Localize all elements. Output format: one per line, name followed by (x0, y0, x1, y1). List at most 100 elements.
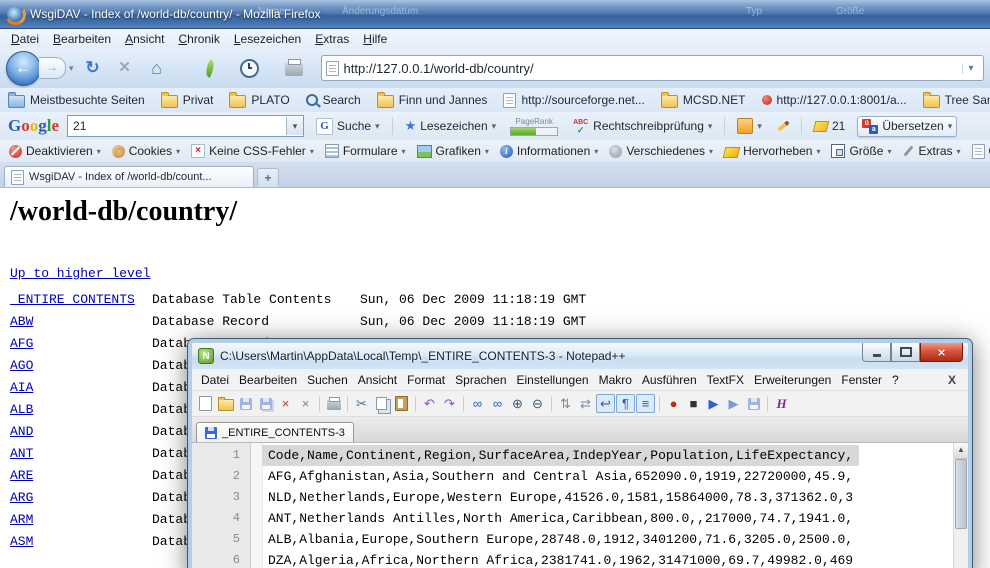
save-macro-icon[interactable] (744, 394, 763, 413)
npp-menu-format[interactable]: Format (402, 372, 450, 388)
chevron-down-icon[interactable] (402, 147, 406, 156)
npp-menu-ansicht[interactable]: Ansicht (353, 372, 402, 388)
copy-icon[interactable] (372, 394, 391, 413)
save-icon[interactable] (236, 394, 255, 413)
line-text[interactable]: NLD,Netherlands,Europe,Western Europe,41… (262, 487, 859, 508)
notepadpp-titlebar[interactable]: C:\Users\Martin\AppData\Local\Temp\_ENTI… (192, 343, 968, 369)
file-link[interactable]: _ENTIRE_CONTENTS (10, 292, 135, 307)
forward-button[interactable] (39, 57, 66, 79)
chevron-down-icon[interactable] (709, 147, 713, 156)
line-text[interactable]: ANT,Netherlands Antilles,North America,C… (262, 508, 859, 529)
zoom-out-icon[interactable]: ⊖ (528, 394, 547, 413)
chevron-down-icon[interactable] (485, 147, 489, 156)
paste-icon[interactable] (392, 394, 411, 413)
scroll-up-arrow-icon[interactable] (954, 443, 968, 459)
chevron-down-icon[interactable] (957, 147, 961, 156)
file-link[interactable]: ARE (10, 468, 33, 483)
tab-wsgidav-index[interactable]: WsgiDAV - Index of /world-db/count... (4, 166, 254, 187)
chevron-down-icon[interactable] (97, 147, 101, 156)
file-link[interactable]: ABW (10, 314, 33, 329)
record-macro-icon[interactable]: ● (664, 394, 683, 413)
npp-menu-fenster[interactable]: Fenster (836, 372, 887, 388)
webdev-keine-css-fehler[interactable]: Keine CSS-Fehler (187, 143, 318, 159)
undo-icon[interactable]: ↶ (420, 394, 439, 413)
redo-icon[interactable]: ↷ (440, 394, 459, 413)
close-file-icon[interactable]: × (276, 394, 295, 413)
chevron-down-icon[interactable] (757, 121, 762, 132)
line-text[interactable]: AFG,Afghanistan,Asia,Southern and Centra… (262, 466, 859, 487)
function-completion-icon[interactable]: H (772, 394, 791, 413)
file-link[interactable]: ARG (10, 490, 33, 505)
bookmark-http-127-0-0-1-8001-a[interactable]: http://127.0.0.1:8001/a... (762, 93, 907, 107)
new-tab-button[interactable]: + (257, 168, 279, 187)
bookmark-tree-samples[interactable]: Tree Samples (923, 93, 990, 108)
vertical-scrollbar[interactable] (953, 443, 968, 568)
chevron-down-icon[interactable] (310, 147, 314, 156)
npp-doc-close-button[interactable]: X (940, 373, 964, 387)
zoom-in-icon[interactable]: ⊕ (508, 394, 527, 413)
autofill-button[interactable] (733, 116, 766, 136)
url-dropdown-icon[interactable] (962, 63, 979, 74)
url-text[interactable]: http://127.0.0.1/world-db/country/ (344, 61, 957, 76)
google-search-value[interactable]: 21 (68, 119, 286, 133)
webdev-quelltext[interactable]: Quelltext (968, 143, 990, 160)
file-link[interactable]: AIA (10, 380, 33, 395)
menu-extras[interactable]: Extras (308, 31, 356, 47)
npp-menu-help[interactable]: ? (887, 372, 904, 388)
menu-ansicht[interactable]: Ansicht (118, 31, 171, 47)
webdev-deaktivieren[interactable]: Deaktivieren (5, 143, 105, 159)
google-search-button[interactable]: Suche (312, 116, 384, 137)
npp-menu-ausführen[interactable]: Ausführen (637, 372, 702, 388)
file-link[interactable]: AGO (10, 358, 33, 373)
bookmark-http-sourceforge-net[interactable]: http://sourceforge.net... (503, 93, 644, 108)
chevron-down-icon[interactable] (948, 121, 953, 132)
npp-menu-textfx[interactable]: TextFX (702, 372, 749, 388)
menu-lesezeichen[interactable]: Lesezeichen (227, 31, 308, 47)
npp-menu-einstellungen[interactable]: Einstellungen (512, 372, 594, 388)
open-folder-icon[interactable] (216, 394, 235, 413)
npp-menu-suchen[interactable]: Suchen (302, 372, 353, 388)
menu-bearbeiten[interactable]: Bearbeiten (46, 31, 118, 47)
file-link[interactable]: ALB (10, 402, 33, 417)
npp-menu-bearbeiten[interactable]: Bearbeiten (234, 372, 302, 388)
editor-area[interactable]: 1Code,Name,Continent,Region,SurfaceArea,… (192, 443, 968, 568)
save-all-icon[interactable] (256, 394, 275, 413)
replace-icon[interactable]: ∞ (488, 394, 507, 413)
show-all-characters-icon[interactable]: ¶ (616, 394, 635, 413)
spellcheck-button[interactable]: Rechtschreibprüfung (568, 116, 716, 136)
npp-menu-makro[interactable]: Makro (594, 372, 637, 388)
webdev-informationen[interactable]: Informationen (496, 143, 602, 159)
bookmark-mcsd-net[interactable]: MCSD.NET (661, 93, 746, 108)
chevron-down-icon[interactable] (492, 121, 497, 132)
chevron-down-icon[interactable] (594, 147, 598, 156)
new-file-icon[interactable] (196, 394, 215, 413)
file-link[interactable]: ANT (10, 446, 33, 461)
chevron-down-icon[interactable] (375, 121, 380, 132)
back-button[interactable] (6, 51, 41, 86)
line-text[interactable]: DZA,Algeria,Africa,Northern Africa,23817… (262, 550, 859, 568)
sync-vertical-scroll-icon[interactable]: ⇅ (556, 394, 575, 413)
indent-guide-icon[interactable]: ≡ (636, 394, 655, 413)
history-dropdown-icon[interactable] (69, 63, 74, 74)
menu-chronik[interactable]: Chronik (171, 31, 226, 47)
chevron-down-icon[interactable] (816, 147, 820, 156)
run-macro-multiple-times-icon[interactable]: ▶ (724, 394, 743, 413)
pencil-icon[interactable] (777, 120, 790, 131)
npp-menu-datei[interactable]: Datei (196, 372, 234, 388)
bookmark-search[interactable]: Search (306, 93, 361, 107)
line-text[interactable]: Code,Name,Continent,Region,SurfaceArea,I… (262, 445, 859, 466)
google-search-dropdown-icon[interactable] (286, 117, 303, 135)
bookmark-meistbesuchte-seiten[interactable]: Meistbesuchte Seiten (8, 93, 145, 108)
print-button[interactable] (285, 63, 303, 76)
home-button[interactable] (144, 55, 170, 81)
up-to-higher-level-link[interactable]: Up to higher level (10, 266, 150, 281)
feather-extension-icon[interactable] (202, 59, 217, 78)
print-icon[interactable] (324, 394, 343, 413)
scrollbar-thumb[interactable] (955, 459, 967, 529)
bookmark-plato[interactable]: PLATO (229, 93, 289, 108)
document-tab[interactable]: _ENTIRE_CONTENTS-3 (196, 422, 354, 442)
webdev-hervorheben[interactable]: Hervorheben (720, 143, 824, 159)
translate-button[interactable]: Übersetzen (857, 116, 957, 137)
close-button[interactable] (920, 343, 963, 362)
google-search-box[interactable]: 21 (67, 115, 304, 137)
